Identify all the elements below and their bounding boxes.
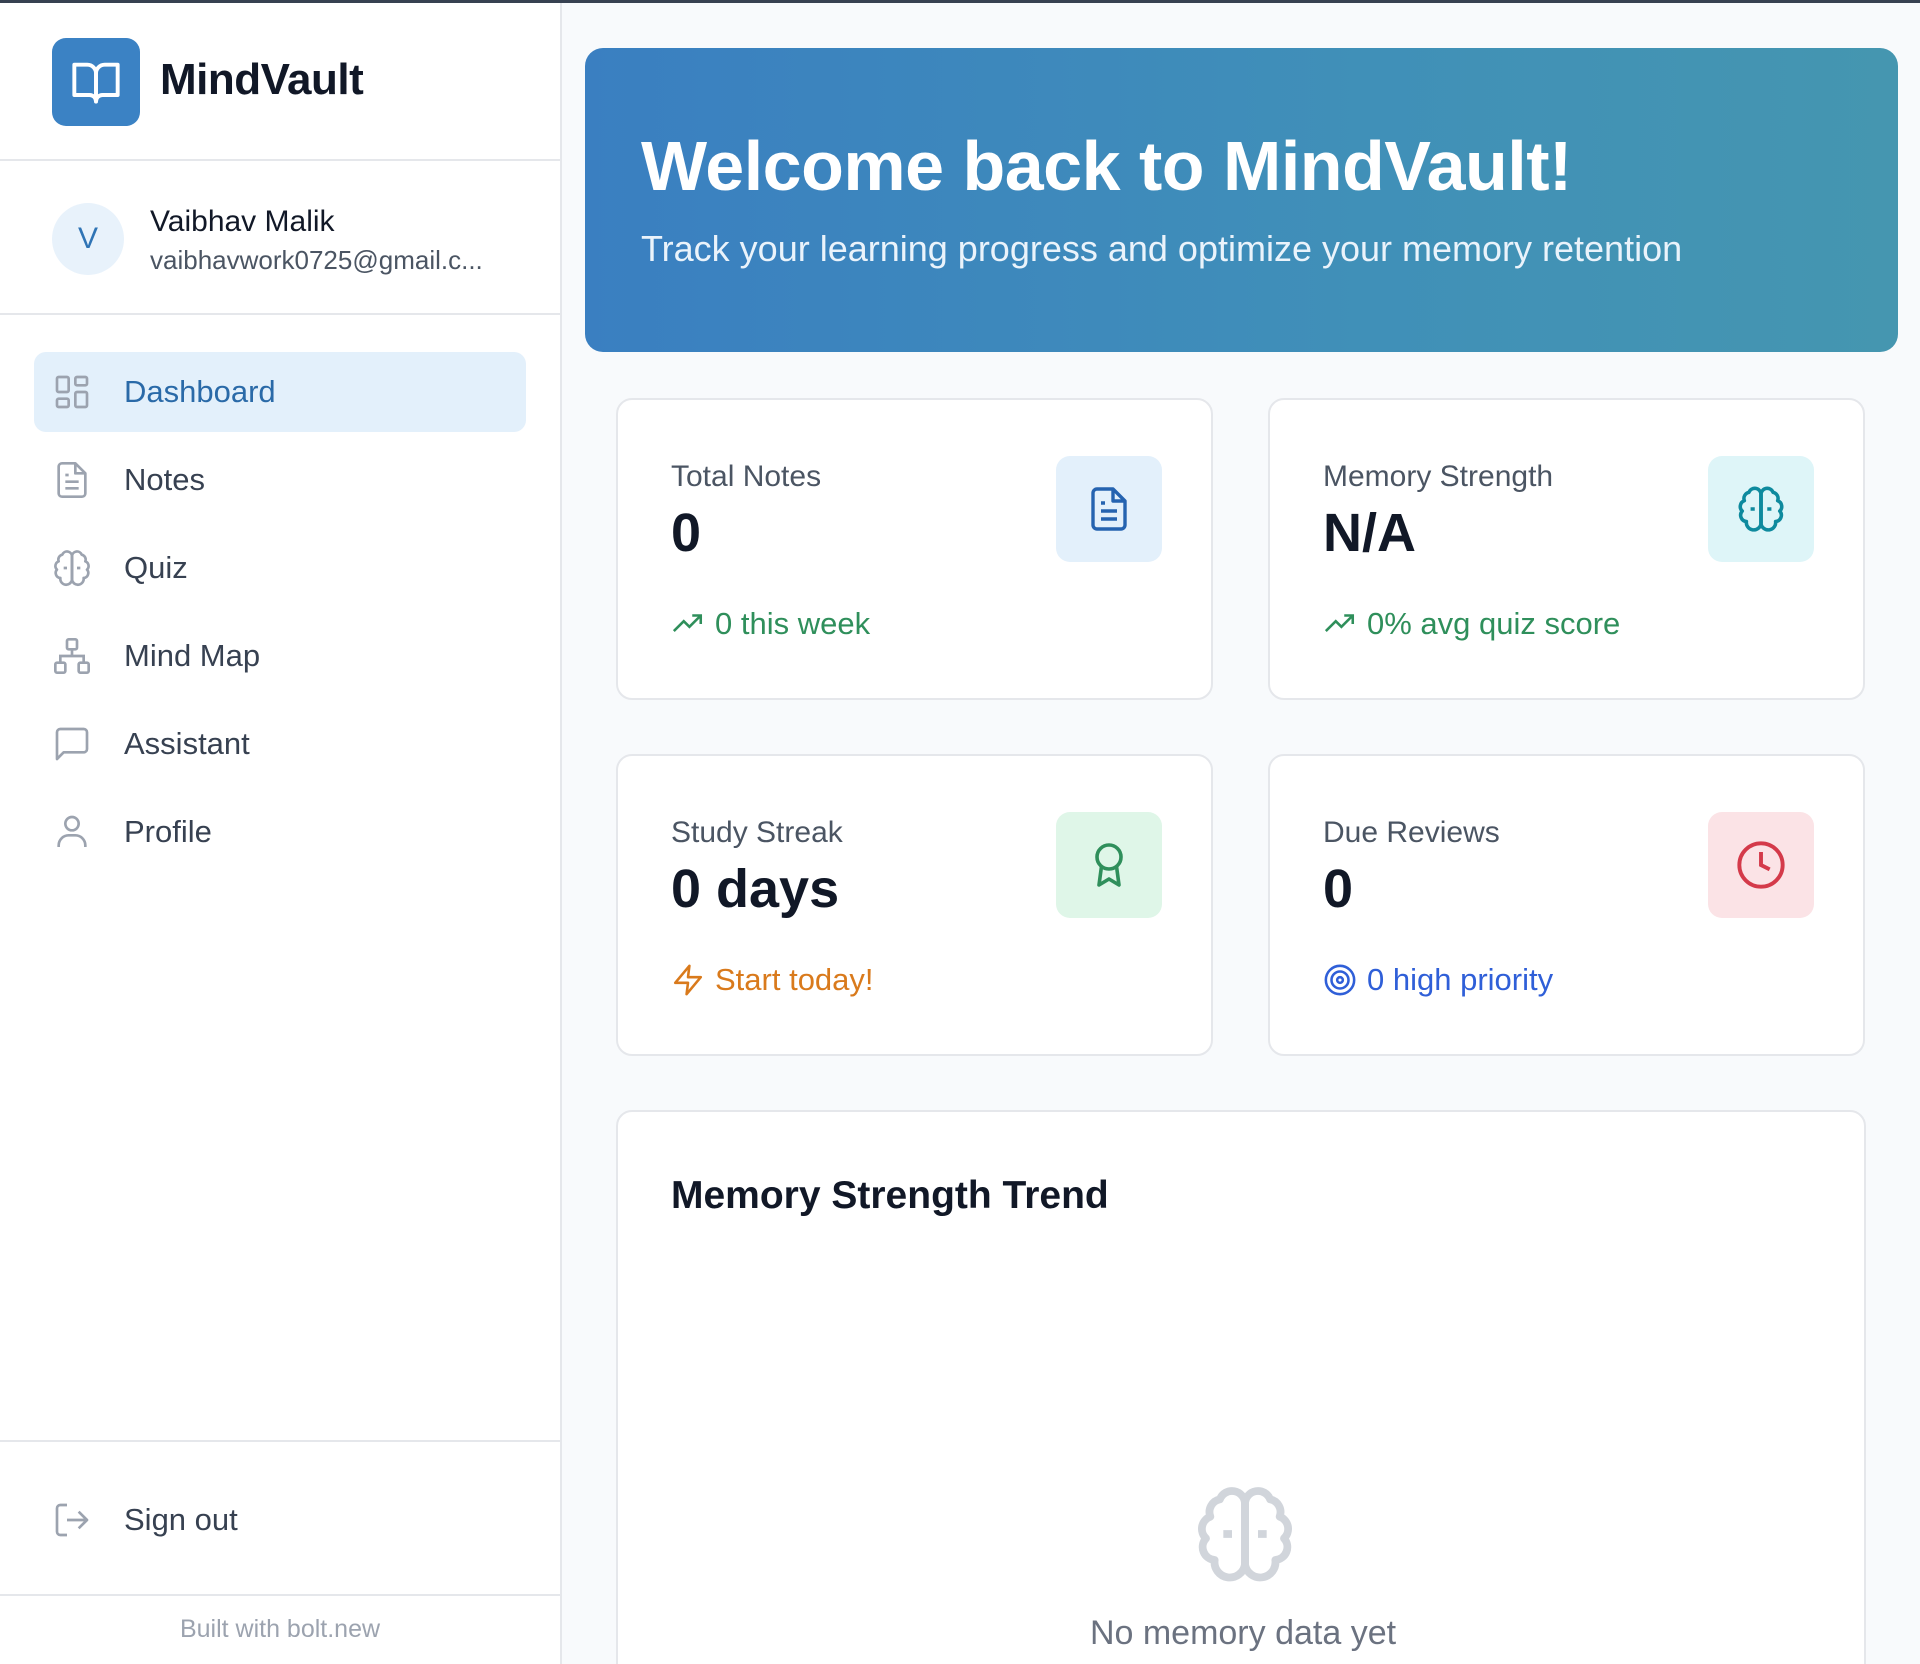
stat-label: Total Notes [671,460,822,493]
sidebar-item-label: Profile [124,814,212,849]
sidebar-item-mind-map[interactable]: Mind Map [34,616,526,696]
stat-value: 0 days [671,859,840,919]
built-with-note[interactable]: Built with bolt.new [0,1615,560,1644]
user-info: V Vaibhav Malik vaibhavwork0725@gmail.c.… [0,163,560,315]
signout-label: Sign out [124,1502,238,1537]
award-icon [1056,812,1162,918]
stat-card-due-reviews: Due Reviews 0 0 high priority [1268,754,1865,1056]
page-title: Welcome back to MindVault! [641,127,1572,205]
sidebar-item-notes[interactable]: Notes [34,440,526,520]
dashboard-grid-icon [55,375,89,409]
chat-bubble-icon [55,727,89,761]
stat-card-study-streak: Study Streak 0 days Start today! [616,754,1213,1056]
stat-card-memory-strength: Memory Strength N/A 0% avg quiz score [1268,398,1865,700]
lightning-icon [673,964,703,996]
stat-value: 0 [671,503,702,563]
section-title: Memory Strength Trend [671,1174,1109,1217]
sidebar: MindVault V Vaibhav Malik vaibhavwork072… [0,3,562,1664]
stat-label: Due Reviews [1323,816,1500,849]
signout-button[interactable]: Sign out [34,1480,526,1560]
user-email: vaibhavwork0725@gmail.c... [150,245,483,275]
stat-footnote: Start today! [671,962,874,998]
sidebar-item-label: Dashboard [124,374,276,409]
book-open-icon[interactable] [52,38,140,126]
sidebar-item-label: Quiz [124,550,188,585]
stat-footnote: 0 this week [671,606,870,642]
logout-icon [55,1503,89,1537]
document-icon [57,462,87,498]
avatar[interactable]: V [52,203,124,275]
stat-label: Memory Strength [1323,460,1554,493]
page-subtitle: Track your learning progress and optimiz… [641,228,1683,269]
stat-footnote-text: 0 this week [715,606,871,641]
trending-up-icon [1324,614,1355,632]
brain-icon [1198,1487,1292,1582]
brain-icon [54,550,90,586]
stat-card-total-notes: Total Notes 0 0 this week [616,398,1213,700]
target-icon [1324,964,1356,996]
user-icon [57,815,87,847]
sidebar-item-profile[interactable]: Profile [34,792,526,872]
brand-name[interactable]: MindVault [160,55,364,105]
network-icon [54,638,90,674]
stat-footnote-text: 0 high priority [1367,962,1554,997]
clock-icon [1708,812,1814,918]
sidebar-item-quiz[interactable]: Quiz [34,528,526,608]
stat-label: Study Streak [671,816,843,849]
welcome-banner: Welcome back to MindVault! Track your le… [585,48,1898,352]
sidebar-item-dashboard[interactable]: Dashboard [34,352,526,432]
stat-footnote-text: Start today! [715,962,874,997]
empty-state-text: No memory data yet [1089,1614,1397,1652]
stat-footnote: 0 high priority [1323,962,1553,998]
sidebar-item-label: Assistant [124,726,250,761]
trending-up-icon [672,614,703,632]
user-name: Vaibhav Malik [150,205,335,238]
stat-footnote: 0% avg quiz score [1323,606,1620,642]
stat-footnote-text: 0% avg quiz score [1367,606,1621,641]
sidebar-item-label: Notes [124,462,205,497]
stat-value: N/A [1323,503,1416,563]
signout-section: Sign out [0,1440,560,1596]
sidebar-item-label: Mind Map [124,638,261,673]
brain-icon [1708,456,1814,562]
brand-header: MindVault [0,3,560,161]
sidebar-item-assistant[interactable]: Assistant [34,704,526,784]
memory-trend-card: Memory Strength Trend No memory data yet [616,1110,1866,1664]
document-icon [1056,456,1162,562]
stat-value: 0 [1323,859,1354,919]
